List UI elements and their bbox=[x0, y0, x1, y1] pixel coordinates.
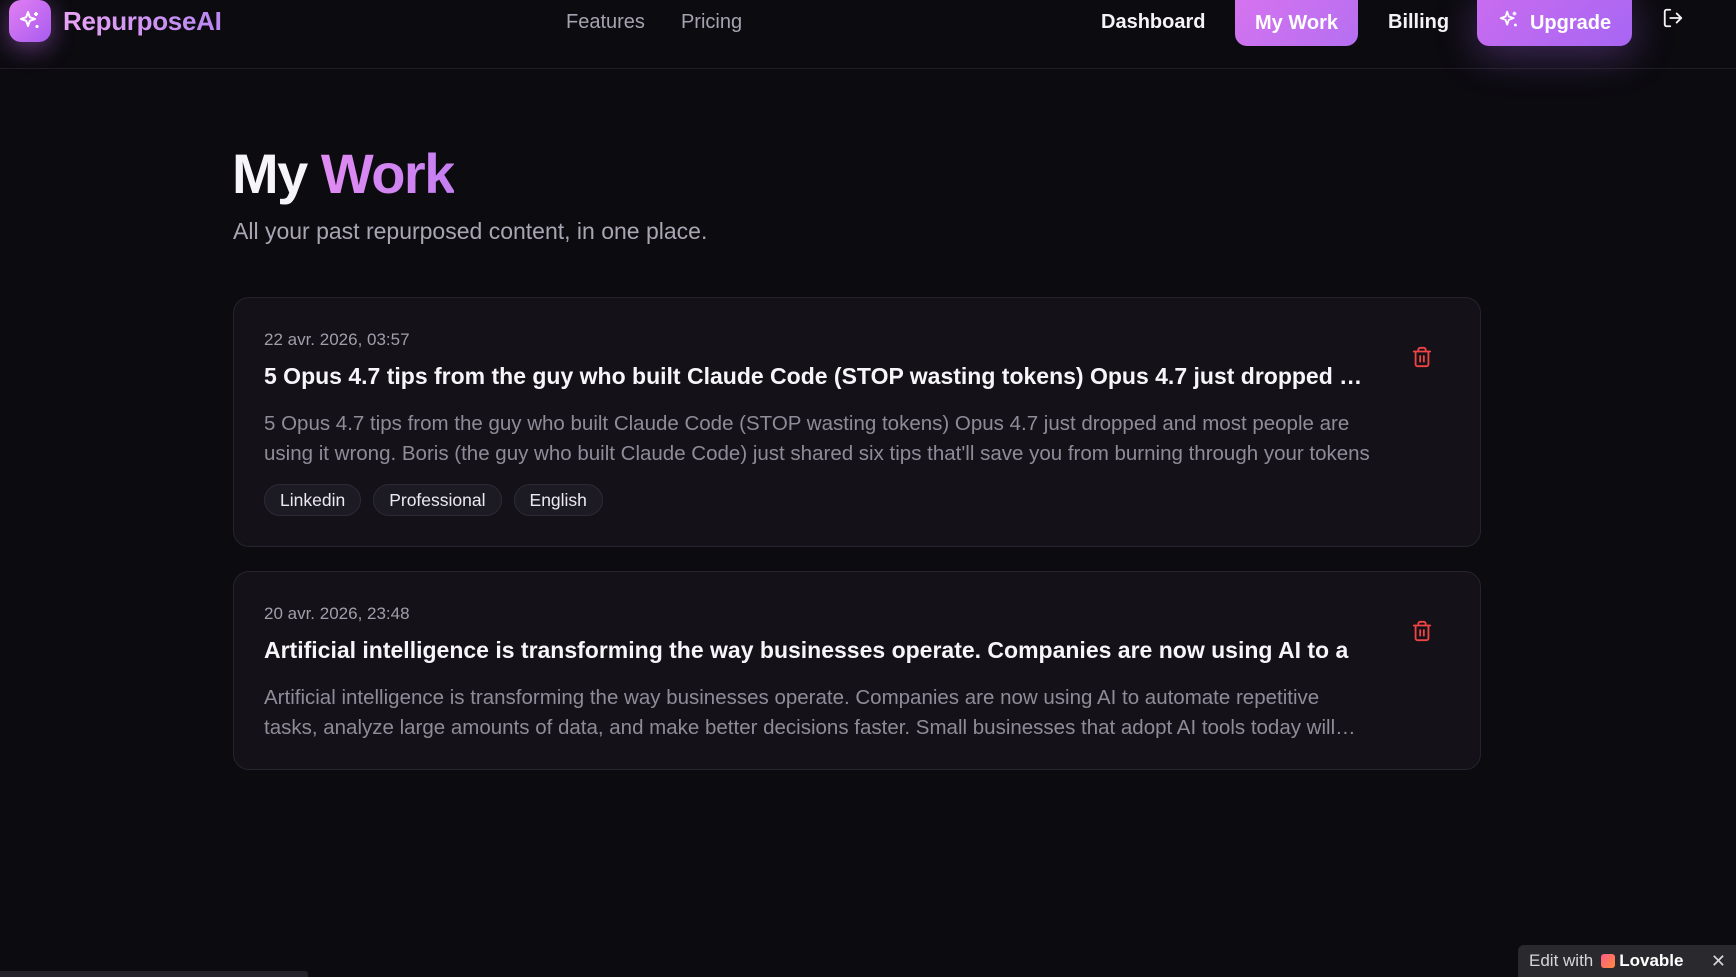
nav-link-pricing[interactable]: Pricing bbox=[681, 11, 742, 34]
work-item-title: Artificial intelligence is transforming … bbox=[264, 637, 1349, 663]
center-nav: Features Pricing bbox=[566, 0, 742, 44]
close-icon[interactable]: ✕ bbox=[1711, 951, 1726, 972]
lovable-heart-icon bbox=[1601, 954, 1616, 968]
work-item-excerpt: Artificial intelligence is transforming … bbox=[264, 686, 1336, 739]
brand-name: RepurposeAI bbox=[63, 5, 222, 36]
page-title-prefix: My bbox=[232, 142, 308, 205]
work-item-card[interactable]: 22 avr. 2026, 03:57 5 Opus 4.7 tips from… bbox=[233, 297, 1481, 547]
nav-link-features[interactable]: Features bbox=[566, 11, 645, 34]
logout-button[interactable] bbox=[1660, 6, 1686, 34]
edit-with-label: Edit with bbox=[1529, 951, 1594, 970]
work-item-card[interactable]: 20 avr. 2026, 23:48 Artificial intellige… bbox=[233, 571, 1481, 770]
logout-icon bbox=[1662, 7, 1684, 34]
work-item-title: 5 Opus 4.7 tips from the guy who built C… bbox=[264, 363, 1368, 389]
bottom-scroll-indicator bbox=[0, 971, 308, 977]
lovable-brand: Lovable bbox=[1619, 951, 1684, 970]
sparkles-icon bbox=[1498, 9, 1520, 37]
top-navbar: RepurposeAI Features Pricing Dashboard M… bbox=[0, 0, 1736, 69]
sparkles-icon bbox=[9, 0, 51, 42]
trash-icon bbox=[1411, 346, 1433, 373]
work-item-excerpt: 5 Opus 4.7 tips from the guy who built C… bbox=[264, 412, 1370, 465]
work-item-tags: Linkedin Professional English bbox=[264, 484, 603, 516]
trash-icon bbox=[1411, 620, 1433, 647]
tag-tone: Professional bbox=[373, 484, 502, 516]
work-item-date: 22 avr. 2026, 03:57 bbox=[264, 330, 410, 349]
upgrade-label: Upgrade bbox=[1529, 11, 1612, 34]
tag-platform: Linkedin bbox=[264, 484, 362, 516]
edit-with-lovable-badge[interactable]: Edit with Lovable ✕ bbox=[1518, 945, 1736, 977]
nav-link-dashboard[interactable]: Dashboard bbox=[1101, 0, 1205, 44]
work-item-date: 20 avr. 2026, 23:48 bbox=[264, 604, 410, 623]
page-subtitle: All your past repurposed content, in one… bbox=[233, 218, 708, 244]
page-title-accent: Work bbox=[320, 142, 456, 205]
tag-language: English bbox=[513, 484, 603, 516]
brand-link[interactable]: RepurposeAI bbox=[9, 0, 222, 42]
upgrade-button[interactable]: Upgrade bbox=[1477, 0, 1632, 46]
delete-button[interactable] bbox=[1406, 617, 1438, 649]
nav-link-my-work[interactable]: My Work bbox=[1235, 0, 1358, 46]
page-title: My Work bbox=[232, 140, 456, 208]
delete-button[interactable] bbox=[1406, 343, 1438, 375]
nav-link-billing[interactable]: Billing bbox=[1388, 0, 1449, 44]
